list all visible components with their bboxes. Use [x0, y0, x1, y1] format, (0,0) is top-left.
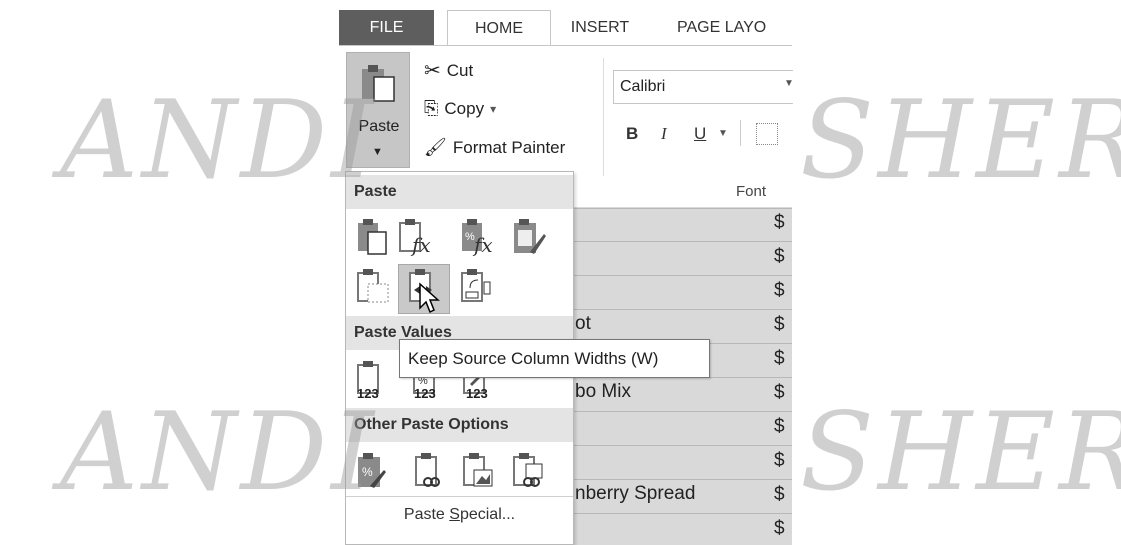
svg-text:fx: fx [472, 233, 493, 257]
scissors-icon: ✂ [424, 60, 441, 82]
paste-special-accel: S [449, 506, 460, 523]
currency-cell[interactable]: $ [774, 416, 785, 438]
tab-page-layout[interactable]: PAGE LAYO [677, 10, 792, 46]
linked-picture-icon[interactable] [512, 452, 548, 492]
grid-line [572, 445, 792, 446]
font-group-label: Font [736, 183, 767, 200]
grid-line [572, 208, 792, 209]
paste-formulas-icon[interactable]: fx [398, 218, 434, 258]
font-name-input[interactable]: Calibri [613, 70, 793, 104]
watermark-text: SHER [800, 390, 1121, 515]
font-dropdown-icon[interactable]: ▼ [784, 78, 794, 89]
brush-icon: 🖌 [424, 137, 447, 157]
grid-line [572, 513, 792, 514]
currency-cell[interactable]: $ [774, 280, 785, 302]
currency-cell[interactable]: $ [774, 450, 785, 472]
transpose-icon[interactable] [460, 268, 496, 308]
toolbar-divider [740, 120, 741, 146]
keep-source-formatting-icon[interactable] [512, 218, 548, 258]
currency-cell[interactable]: $ [774, 484, 785, 506]
underline-button[interactable]: U [694, 124, 706, 144]
tooltip: Keep Source Column Widths (W) [399, 339, 710, 378]
values-badge: 123 [466, 386, 488, 401]
watermark-text: ANDI [60, 390, 378, 515]
mouse-cursor-icon [419, 282, 440, 314]
currency-cell[interactable]: $ [774, 348, 785, 370]
copy-label: Copy [444, 98, 485, 118]
grid-line [572, 479, 792, 480]
format-painter-button[interactable]: 🖌 Format Painter [424, 137, 565, 158]
cut-button[interactable]: ✂ Cut [424, 58, 473, 83]
copy-icon: ⎘ [424, 98, 439, 118]
format-painter-label: Format Painter [452, 137, 566, 157]
cell-text[interactable]: ot [575, 313, 591, 335]
no-borders-icon[interactable] [356, 268, 392, 308]
paste-special-item[interactable]: Paste Special... [346, 506, 573, 524]
currency-cell[interactable]: $ [774, 314, 785, 336]
grid-line [572, 275, 792, 276]
cut-label: Cut [446, 60, 474, 80]
watermark-text: SHER [800, 78, 1121, 203]
cell-text[interactable]: nberry Spread [575, 483, 695, 505]
currency-cell[interactable]: $ [774, 518, 785, 540]
underline-dropdown-icon[interactable]: ▼ [718, 128, 728, 139]
tab-insert[interactable]: INSERT [565, 10, 635, 46]
currency-cell[interactable]: $ [774, 382, 785, 404]
paste-icon[interactable] [356, 218, 392, 258]
cell-text[interactable]: bo Mix [575, 381, 631, 403]
italic-button[interactable]: I [661, 124, 667, 144]
menu-separator [346, 496, 573, 497]
group-divider [603, 58, 604, 176]
paste-formulas-number-format-icon[interactable]: % fx [460, 218, 496, 258]
grid-line [572, 241, 792, 242]
paste-special-text: Paste [403, 506, 450, 523]
bold-button[interactable]: B [626, 124, 638, 144]
borders-icon[interactable] [756, 123, 778, 145]
grid-line [572, 309, 792, 310]
paste-special-text: pecial... [459, 506, 516, 523]
other-paste-options-header: Other Paste Options [346, 408, 573, 442]
currency-cell[interactable]: $ [774, 246, 785, 268]
copy-button[interactable]: ⎘ Copy ▾ [424, 98, 496, 119]
tab-file[interactable]: FILE [339, 10, 434, 46]
tab-home[interactable]: HOME [447, 10, 551, 46]
paste-section-header: Paste [346, 175, 573, 209]
watermark-text: ANDI [60, 78, 378, 203]
svg-text:fx: fx [410, 233, 431, 257]
copy-dropdown-icon[interactable]: ▾ [490, 102, 496, 116]
currency-cell[interactable]: $ [774, 212, 785, 234]
paste-picture-icon[interactable] [462, 452, 498, 492]
paste-link-icon[interactable] [414, 452, 450, 492]
values-badge: 123 [414, 386, 436, 401]
grid-line [572, 411, 792, 412]
